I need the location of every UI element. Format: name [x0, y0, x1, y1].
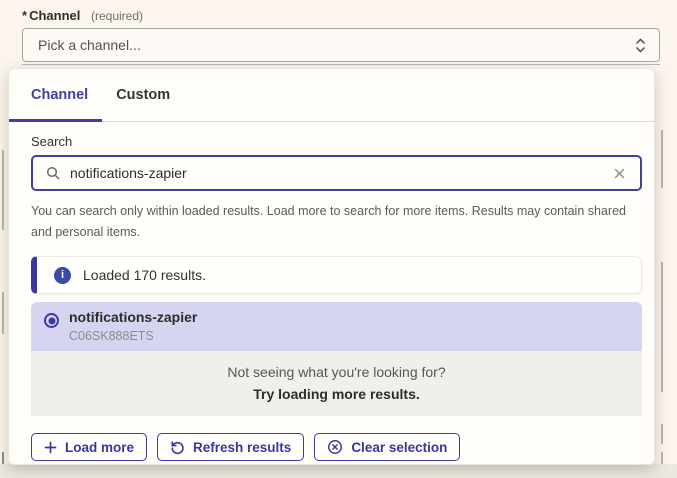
try-loading-more-text[interactable]: Try loading more results.	[41, 386, 632, 402]
channel-dropdown-panel: Channel Custom Search You can search onl…	[8, 68, 655, 465]
channel-field-label: *Channel (required)	[22, 8, 143, 23]
select-chevron-icon	[634, 36, 647, 55]
background-form-fragment	[2, 150, 4, 230]
tab-custom-label: Custom	[116, 87, 170, 103]
load-more-button[interactable]: Load more	[31, 433, 147, 461]
channel-option-selected[interactable]: notifications-zapier C06SK888ETS	[31, 302, 642, 351]
clear-circle-icon	[327, 439, 343, 455]
field-label-text: Channel	[29, 8, 80, 23]
tab-custom[interactable]: Custom	[102, 69, 184, 121]
channel-select-placeholder: Pick a channel...	[38, 37, 141, 53]
tab-channel-label: Channel	[31, 87, 88, 103]
page-bottom-strip	[0, 464, 677, 478]
clear-selection-label: Clear selection	[351, 440, 447, 455]
info-icon: i	[54, 267, 71, 284]
search-icon	[45, 165, 61, 181]
load-more-label: Load more	[65, 440, 134, 455]
required-hint: (required)	[91, 9, 143, 23]
background-form-fragment	[661, 424, 663, 444]
search-input[interactable]	[70, 165, 611, 181]
refresh-results-button[interactable]: Refresh results	[157, 433, 304, 461]
search-label: Search	[31, 134, 642, 149]
tab-channel[interactable]: Channel	[9, 69, 102, 121]
search-clear-icon[interactable]	[611, 165, 628, 182]
option-subtitle: C06SK888ETS	[69, 329, 197, 344]
dropdown-actions: Load more Refresh results Clear selectio…	[31, 433, 642, 461]
search-field	[31, 155, 642, 191]
background-form-fragment	[661, 130, 663, 188]
option-title: notifications-zapier	[69, 309, 197, 326]
loaded-results-alert: i Loaded 170 results.	[31, 256, 642, 294]
background-form-fragment	[661, 262, 663, 392]
option-texts: notifications-zapier C06SK888ETS	[69, 309, 197, 344]
loaded-results-text: Loaded 170 results.	[83, 267, 206, 283]
refresh-results-label: Refresh results	[193, 440, 291, 455]
background-form-fragment	[22, 64, 660, 65]
tab-bar: Channel Custom	[9, 69, 654, 122]
background-form-fragment	[2, 292, 4, 334]
search-help-text: You can search only within loaded result…	[31, 201, 639, 243]
not-seeing-question: Not seeing what you're looking for?	[41, 364, 632, 380]
channel-select[interactable]: Pick a channel...	[22, 28, 660, 62]
refresh-icon	[170, 440, 185, 455]
plus-icon	[44, 441, 57, 454]
required-asterisk: *	[22, 8, 27, 23]
not-seeing-hint: Not seeing what you're looking for? Try …	[31, 351, 642, 416]
radio-selected-icon[interactable]	[44, 313, 59, 328]
clear-selection-button[interactable]: Clear selection	[314, 433, 460, 461]
dropdown-content: Search You can search only within loaded…	[9, 122, 654, 461]
